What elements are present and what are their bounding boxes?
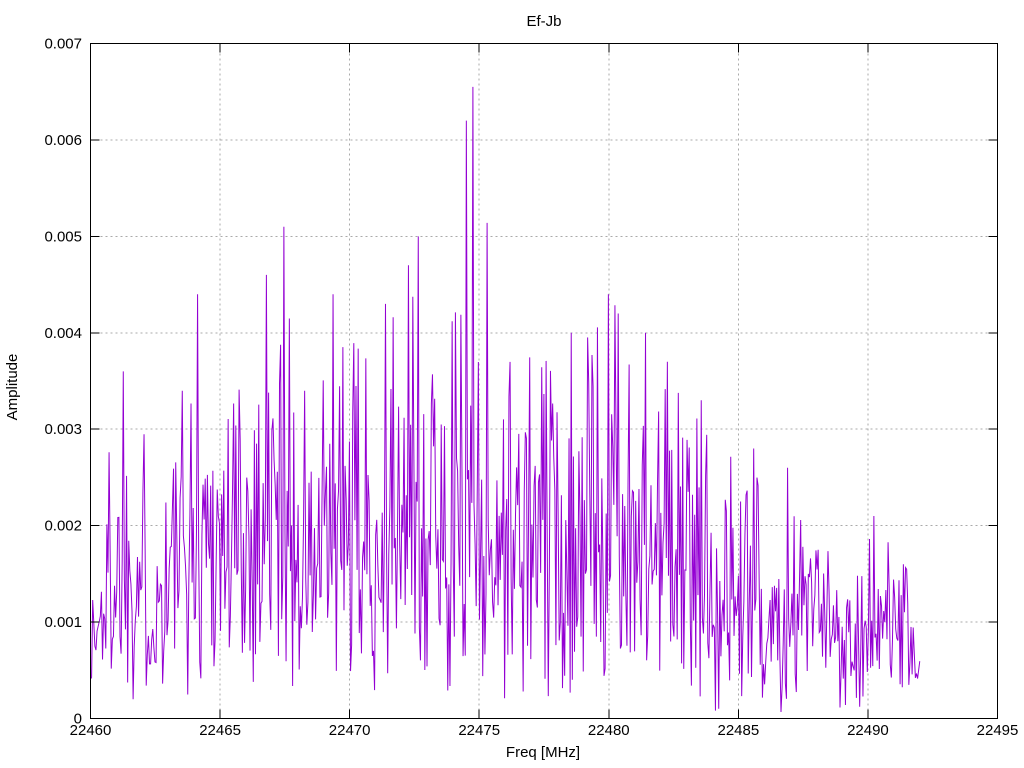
x-tick-label: 22465 <box>199 722 241 739</box>
x-axis-title: Freq [MHz] <box>506 744 580 761</box>
y-tick-label: 0.001 <box>44 614 82 631</box>
spectrum-trace-layer <box>90 86 921 712</box>
spectrum-trace <box>90 86 921 712</box>
y-tick-label: 0.002 <box>44 518 82 535</box>
x-tick-labels: 22460 22465 22470 22475 22480 22485 22490 22495 <box>70 722 1019 739</box>
y-tick-label: 0.007 <box>44 36 82 53</box>
x-tick-label: 22495 <box>977 722 1019 739</box>
y-tick-label: 0.004 <box>44 325 82 342</box>
x-tick-label: 22485 <box>717 722 759 739</box>
chart-title: Ef-Jb <box>526 13 561 30</box>
x-tick-label: 22470 <box>329 722 371 739</box>
y-tick-labels: 0 0.001 0.002 0.003 0.004 0.005 0.006 0.007 <box>44 36 82 728</box>
spectrum-figure-page: 22460 22465 22470 22475 22480 22485 22490 22495… <box>0 0 1024 768</box>
x-tick-label: 22490 <box>847 722 889 739</box>
x-tick-label: 22480 <box>588 722 630 739</box>
chart-canvas: 22460 22465 22470 22475 22480 22485 22490 22495… <box>4 13 1019 761</box>
x-tick-label: 22475 <box>458 722 500 739</box>
y-tick-label: 0 <box>74 711 82 728</box>
y-axis-title: Amplitude <box>4 354 21 421</box>
y-tick-label: 0.005 <box>44 228 82 245</box>
y-tick-label: 0.003 <box>44 421 82 438</box>
y-tick-label: 0.006 <box>44 132 82 149</box>
